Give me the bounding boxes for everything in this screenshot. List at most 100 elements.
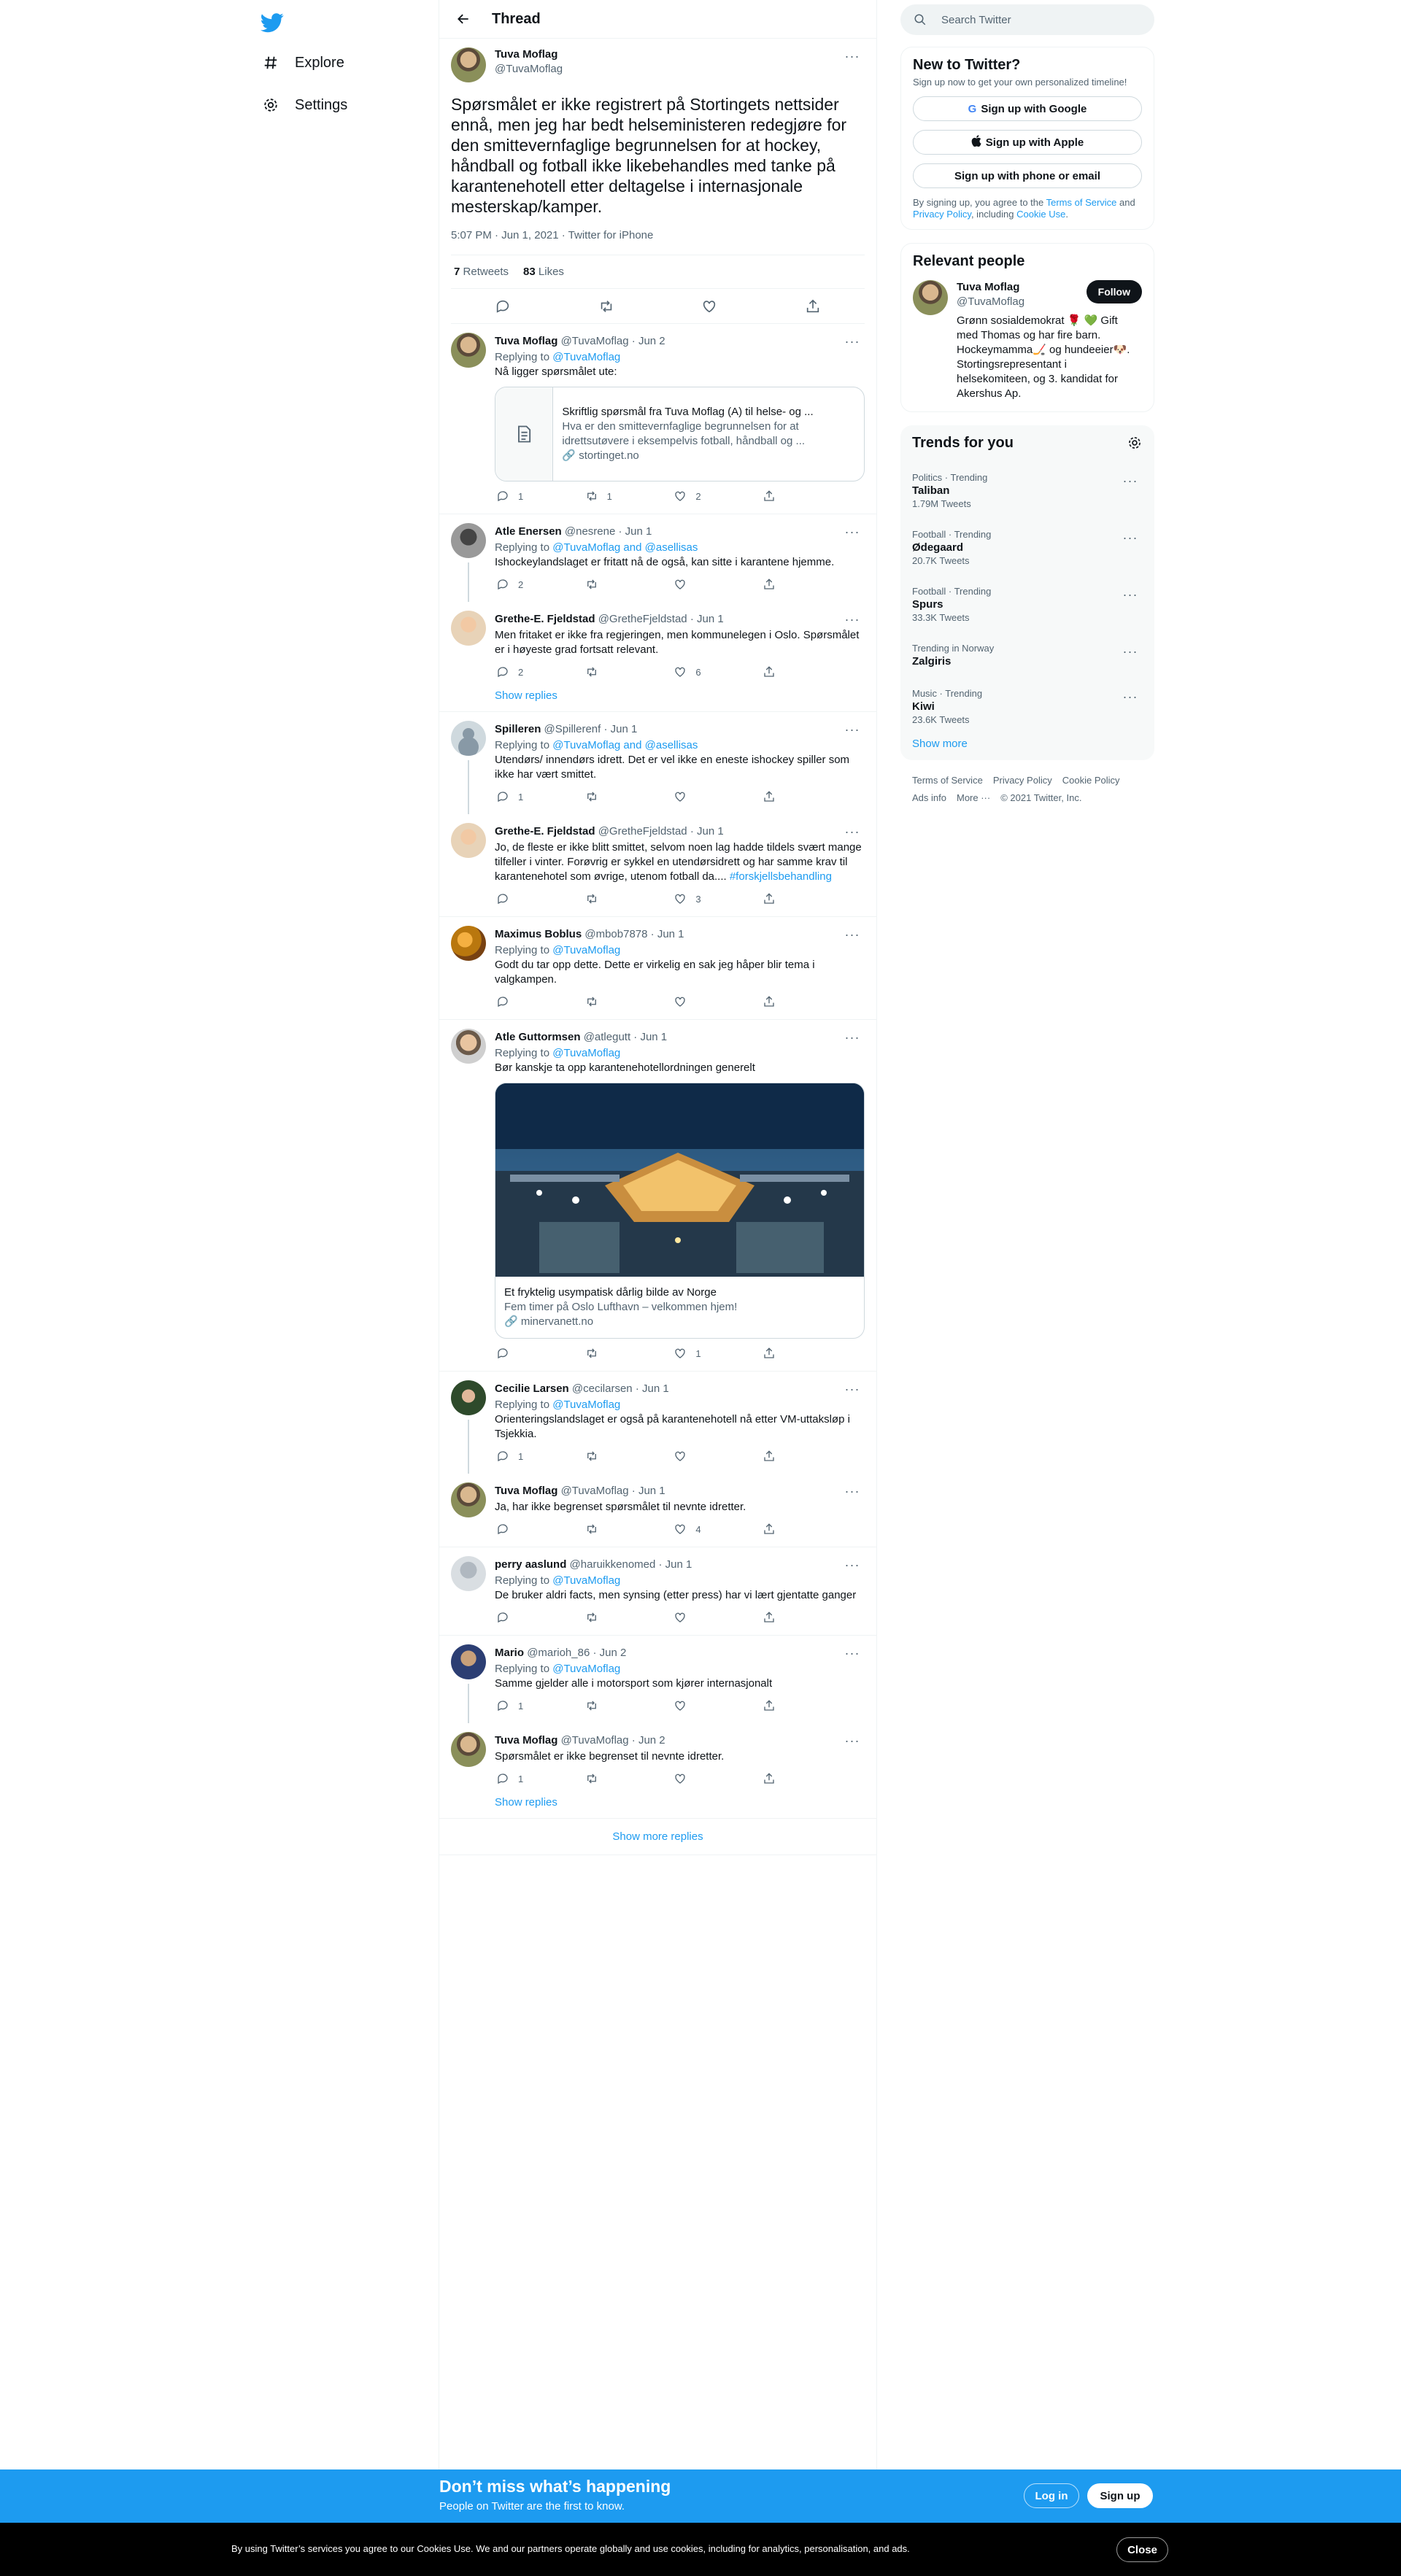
- reply-author-handle[interactable]: @cecilarsen: [572, 1382, 633, 1395]
- more-icon[interactable]: ···: [840, 1482, 865, 1500]
- reply-author-handle[interactable]: @TuvaMoflag: [561, 335, 629, 347]
- trend-item[interactable]: Politics · Trending Taliban 1.79M Tweets ··…: [912, 465, 1143, 511]
- more-icon[interactable]: ···: [840, 523, 865, 541]
- reply-date[interactable]: · Jun 1: [618, 525, 652, 538]
- nav-settings[interactable]: Settings: [254, 86, 356, 124]
- retweet-button[interactable]: [584, 1771, 628, 1787]
- cookie-close-button[interactable]: Close: [1116, 2537, 1168, 2562]
- reply-author-handle[interactable]: @marioh_86: [527, 1647, 590, 1659]
- follow-button[interactable]: Follow: [1086, 280, 1142, 303]
- reply-date[interactable]: · Jun 1: [632, 1485, 665, 1497]
- replying-to-link[interactable]: @TuvaMoflag: [552, 1047, 620, 1059]
- signup-button[interactable]: Sign up: [1087, 2483, 1153, 2508]
- replying-to-link[interactable]: @TuvaMoflag: [552, 944, 620, 956]
- avatar[interactable]: [451, 1482, 486, 1517]
- replying-to-link[interactable]: @TuvaMoflag: [552, 351, 620, 363]
- retweet-button[interactable]: [584, 576, 628, 592]
- share-button[interactable]: [761, 891, 805, 907]
- reply-author-name[interactable]: Grethe-E. Fjeldstad: [495, 613, 595, 625]
- like-button[interactable]: 1: [672, 1345, 716, 1361]
- author-name[interactable]: Tuva Moflag: [495, 47, 840, 62]
- reply-date[interactable]: · Jun 2: [632, 335, 665, 347]
- like-button[interactable]: [672, 1448, 716, 1464]
- reply-date[interactable]: · Jun 1: [603, 723, 637, 735]
- retweet-button[interactable]: [584, 891, 628, 907]
- footer-cookie[interactable]: Cookie Policy: [1062, 773, 1120, 788]
- avatar[interactable]: [451, 1732, 486, 1767]
- more-icon[interactable]: ···: [840, 1732, 865, 1749]
- reply-button[interactable]: 1: [495, 1771, 539, 1787]
- reply-button[interactable]: [495, 994, 539, 1010]
- reply-author-name[interactable]: Spilleren: [495, 723, 541, 735]
- like-button[interactable]: 2: [672, 488, 716, 504]
- reply-tweet[interactable]: Maximus Boblus @mbob7878 · Jun 1 ··· Reply…: [439, 917, 876, 1019]
- trends-show-more[interactable]: Show more: [912, 738, 1143, 750]
- avatar[interactable]: [451, 1556, 486, 1591]
- share-button[interactable]: [761, 994, 805, 1010]
- reply-tweet[interactable]: Tuva Moflag @TuvaMoflag · Jun 1 ··· Ja, ha…: [439, 1474, 876, 1547]
- hashtag-link[interactable]: #forskjellsbehandling: [730, 870, 832, 883]
- avatar[interactable]: [451, 47, 486, 82]
- like-button[interactable]: [672, 576, 716, 592]
- share-button[interactable]: [761, 1771, 805, 1787]
- avatar[interactable]: [451, 523, 486, 558]
- show-replies-link[interactable]: Show replies: [439, 1792, 876, 1818]
- link-card[interactable]: Skriftlig spørsmål fra Tuva Moflag (A) t…: [495, 387, 865, 481]
- trend-item[interactable]: Trending in Norway Zalgiris ···: [912, 635, 1143, 670]
- avatar[interactable]: [451, 823, 486, 858]
- retweet-button[interactable]: [584, 1345, 628, 1361]
- reply-author-name[interactable]: Mario: [495, 1647, 524, 1659]
- replying-to-link[interactable]: @TuvaMoflag and @asellisas: [552, 739, 698, 751]
- reply-tweet[interactable]: Grethe-E. Fjeldstad @GretheFjeldstad · J…: [439, 814, 876, 916]
- share-button[interactable]: [761, 789, 805, 805]
- reply-date[interactable]: · Jun 1: [690, 613, 724, 625]
- retweet-button[interactable]: [584, 664, 628, 680]
- show-more-replies-button[interactable]: Show more replies: [439, 1819, 876, 1855]
- retweet-button[interactable]: 1: [584, 488, 628, 504]
- reply-button[interactable]: 1: [495, 789, 539, 805]
- reply-button[interactable]: 1: [495, 1448, 539, 1464]
- more-icon[interactable]: ···: [840, 1380, 865, 1398]
- reply-author-handle[interactable]: @TuvaMoflag: [561, 1734, 629, 1747]
- share-button[interactable]: [761, 1448, 805, 1464]
- cookie-link[interactable]: Cookie Use: [1016, 209, 1065, 220]
- reply-date[interactable]: · Jun 2: [593, 1647, 626, 1659]
- reply-tweet[interactable]: Spilleren @Spillerenf · Jun 1 ··· Replying…: [439, 712, 876, 814]
- like-button[interactable]: 6: [672, 664, 716, 680]
- like-button[interactable]: [672, 1609, 716, 1625]
- signup-google-button[interactable]: G Sign up with Google: [913, 96, 1142, 121]
- retweet-button[interactable]: [584, 1609, 628, 1625]
- person-handle[interactable]: @TuvaMoflag: [957, 295, 1024, 309]
- more-icon[interactable]: ···: [840, 1029, 865, 1046]
- likes-stat[interactable]: 83 Likes: [523, 266, 564, 278]
- trend-item[interactable]: Football · Trending Spurs 33.3K Tweets ···: [912, 579, 1143, 625]
- more-icon[interactable]: ···: [840, 721, 865, 738]
- retweet-button[interactable]: [584, 1521, 628, 1537]
- reply-date[interactable]: · Jun 1: [633, 1031, 667, 1043]
- share-button[interactable]: [761, 576, 805, 592]
- reply-author-name[interactable]: Tuva Moflag: [495, 1485, 557, 1497]
- reply-author-handle[interactable]: @atlegutt: [584, 1031, 630, 1043]
- reply-date[interactable]: · Jun 1: [651, 928, 684, 940]
- reply-button[interactable]: [495, 1609, 539, 1625]
- reply-button[interactable]: 1: [495, 488, 539, 504]
- reply-author-handle[interactable]: @Spillerenf: [544, 723, 601, 735]
- like-button[interactable]: [672, 1698, 716, 1714]
- avatar[interactable]: [451, 1029, 486, 1064]
- gear-icon[interactable]: [1127, 435, 1143, 451]
- retweet-icon[interactable]: [598, 298, 614, 314]
- terms-link[interactable]: Terms of Service: [1046, 197, 1117, 208]
- reply-author-name[interactable]: Atle Enersen: [495, 525, 562, 538]
- reply-author-name[interactable]: perry aaslund: [495, 1558, 566, 1571]
- reply-author-name[interactable]: Tuva Moflag: [495, 1734, 557, 1747]
- person-name[interactable]: Tuva Moflag: [957, 280, 1024, 295]
- avatar[interactable]: [451, 721, 486, 756]
- more-icon[interactable]: ···: [840, 1556, 865, 1574]
- avatar[interactable]: [913, 280, 948, 315]
- reply-tweet[interactable]: Mario @marioh_86 · Jun 2 ··· Replying to @…: [439, 1636, 876, 1723]
- reply-button[interactable]: [495, 1521, 539, 1537]
- more-icon[interactable]: ···: [1118, 472, 1143, 490]
- nav-explore[interactable]: Explore: [254, 44, 353, 82]
- reply-author-handle[interactable]: @nesrene: [565, 525, 615, 538]
- retweet-button[interactable]: [584, 994, 628, 1010]
